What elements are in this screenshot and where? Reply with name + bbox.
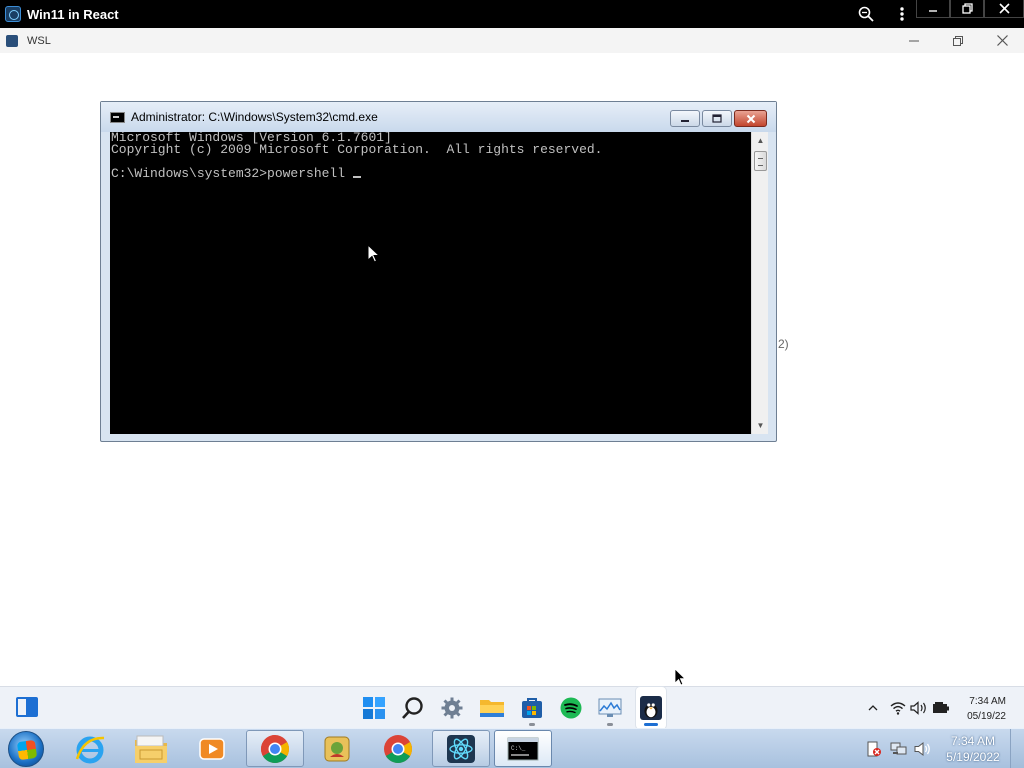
scroll-down-icon[interactable]: ▼ (752, 417, 769, 434)
internet-explorer-icon (75, 736, 105, 763)
speaker-icon[interactable] (914, 741, 930, 757)
browser-title: Win11 in React (27, 6, 119, 22)
win7-taskbar: C:\_ 7:34 AM 5/19/2022 (0, 728, 1024, 768)
taskbar-button-ie[interactable] (61, 730, 119, 767)
wsl-close-button[interactable] (980, 28, 1024, 53)
windows-start-orb-icon[interactable] (8, 731, 44, 767)
cmd-maximize-button[interactable] (702, 110, 732, 127)
win11-clock-date: 05/19/22 (967, 711, 1006, 722)
cmd-close-button[interactable] (734, 110, 767, 127)
wsl-restore-button[interactable] (936, 28, 980, 53)
win11-clock-time: 7:34 AM (969, 696, 1006, 707)
svg-text:C:\_: C:\_ (511, 745, 526, 752)
cmd-minimize-button[interactable] (670, 110, 700, 127)
task-manager-icon[interactable] (597, 695, 623, 721)
app-icon (324, 736, 350, 761)
background-text: 2) (778, 337, 789, 351)
taskbar-button-cmd[interactable]: C:\_ (494, 730, 552, 767)
show-desktop-button[interactable] (1010, 729, 1024, 768)
wsl-title: WSL (27, 34, 51, 47)
browser-close-button[interactable] (984, 0, 1024, 18)
chrome-icon (384, 734, 412, 763)
win11-taskbar: 7:34 AM 05/19/22 (0, 686, 1024, 729)
battery-icon[interactable] (932, 699, 950, 717)
widgets-icon[interactable] (16, 697, 38, 717)
spotify-icon[interactable] (558, 695, 584, 721)
taskbar-button-explorer[interactable] (122, 730, 180, 767)
search-icon[interactable] (400, 695, 426, 721)
wsl-app-icon (6, 34, 18, 47)
media-player-icon (199, 737, 225, 760)
console-output[interactable]: Microsoft Windows [Version 6.1.7601] Cop… (110, 132, 751, 434)
console-line: Copyright (c) 2009 Microsoft Corporation… (111, 142, 603, 157)
win7-clock-time: 7:34 AM (950, 734, 996, 748)
taskbar-button-chrome[interactable] (246, 730, 304, 767)
scroll-up-icon[interactable]: ▲ (752, 132, 769, 149)
volume-icon[interactable] (910, 699, 928, 717)
cmd-icon (110, 111, 125, 123)
running-indicator (529, 723, 535, 726)
running-indicator (607, 723, 613, 726)
cmd-scrollbar[interactable]: ▲ ▼ (751, 132, 768, 434)
wifi-icon[interactable] (889, 699, 907, 717)
chevron-up-icon[interactable] (864, 699, 882, 717)
win7-clock-date: 5/19/2022 (946, 750, 1000, 764)
active-indicator (644, 723, 658, 726)
zoom-icon[interactable] (848, 0, 884, 28)
windows-explorer-icon (135, 735, 167, 763)
win7-clock[interactable]: 7:34 AM 5/19/2022 (940, 733, 1006, 765)
taskbar-button-react[interactable] (432, 730, 490, 767)
console-prompt: C:\Windows\system32>powershell (111, 166, 353, 181)
taskbar-button-app[interactable] (308, 730, 366, 767)
settings-icon[interactable] (439, 695, 465, 721)
network-icon[interactable] (890, 741, 907, 757)
text-cursor (352, 176, 361, 178)
action-center-icon[interactable] (866, 741, 882, 757)
cmd-icon: C:\_ (507, 737, 539, 760)
store-icon[interactable] (519, 695, 545, 721)
taskbar-button-chrome-2[interactable] (369, 730, 427, 767)
react-logo-icon (5, 6, 21, 22)
cmd-title: Administrator: C:\Windows\System32\cmd.e… (131, 110, 378, 124)
cmd-window[interactable]: Administrator: C:\Windows\System32\cmd.e… (100, 101, 777, 442)
wsl-minimize-button[interactable] (892, 28, 936, 53)
cmd-titlebar[interactable]: Administrator: C:\Windows\System32\cmd.e… (101, 102, 776, 132)
taskbar-button-media-player[interactable] (183, 730, 241, 767)
scroll-thumb[interactable] (754, 151, 767, 171)
browser-titlebar: Win11 in React (0, 0, 1024, 28)
win11-clock[interactable]: 7:34 AM 05/19/22 (967, 694, 1006, 724)
file-explorer-icon[interactable] (479, 695, 505, 721)
wsl-titlebar: WSL (0, 28, 1024, 53)
more-vertical-icon[interactable] (884, 0, 920, 28)
browser-restore-button[interactable] (950, 0, 984, 18)
console-prompt-line: C:\Windows\system32>powershell (111, 166, 751, 181)
wsl-icon (638, 695, 664, 721)
react-icon (447, 734, 475, 763)
browser-minimize-button[interactable] (916, 0, 950, 18)
start-icon[interactable] (361, 695, 387, 721)
chrome-icon (261, 734, 289, 763)
